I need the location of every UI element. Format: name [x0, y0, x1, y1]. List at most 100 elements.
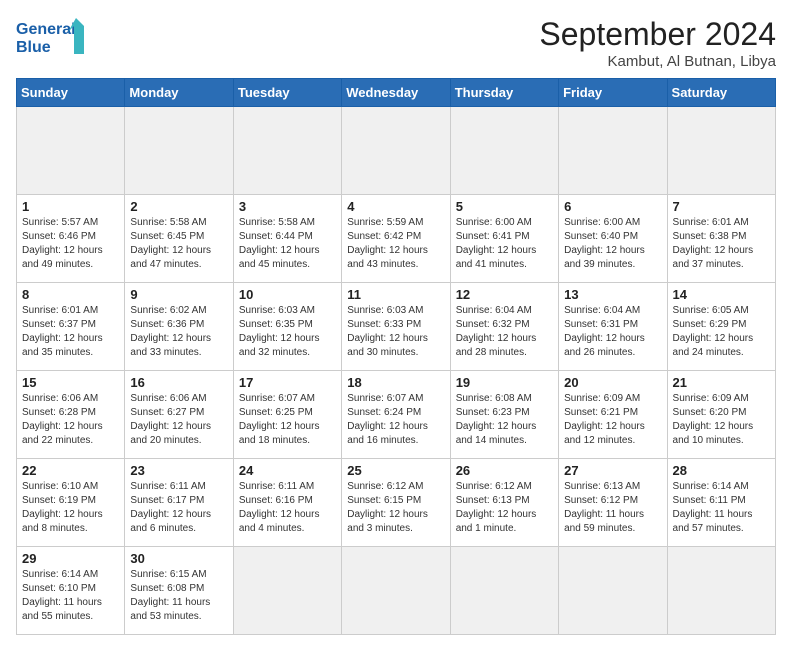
day-number: 25	[347, 463, 444, 478]
svg-text:Blue: Blue	[16, 39, 51, 56]
calendar-cell: 14Sunrise: 6:05 AM Sunset: 6:29 PM Dayli…	[667, 283, 775, 371]
day-number: 9	[130, 287, 227, 302]
day-number: 29	[22, 551, 119, 566]
calendar-cell	[450, 107, 558, 195]
calendar-cell: 30 Sunrise: 6:15 AM Sunset: 6:08 PM Dayli…	[125, 547, 233, 635]
day-info: Sunrise: 6:07 AM Sunset: 6:24 PM Dayligh…	[347, 392, 444, 448]
day-info: Sunrise: 5:58 AM Sunset: 6:44 PM Dayligh…	[239, 216, 336, 272]
calendar-cell: 9Sunrise: 6:02 AM Sunset: 6:36 PM Daylig…	[125, 283, 233, 371]
day-number: 11	[347, 287, 444, 302]
day-info: Sunrise: 6:03 AM Sunset: 6:35 PM Dayligh…	[239, 304, 336, 360]
day-info: Sunrise: 6:00 AM Sunset: 6:40 PM Dayligh…	[564, 216, 661, 272]
day-number: 22	[22, 463, 119, 478]
calendar-cell	[342, 107, 450, 195]
day-info: Sunrise: 6:14 AM Sunset: 6:10 PM Dayligh…	[22, 568, 119, 624]
day-info: Sunrise: 6:06 AM Sunset: 6:28 PM Dayligh…	[22, 392, 119, 448]
calendar-week-row: 15Sunrise: 6:06 AM Sunset: 6:28 PM Dayli…	[17, 371, 776, 459]
day-number: 19	[456, 375, 553, 390]
calendar-cell	[342, 547, 450, 635]
calendar-cell	[667, 547, 775, 635]
day-info: Sunrise: 6:11 AM Sunset: 6:16 PM Dayligh…	[239, 480, 336, 536]
day-number: 4	[347, 199, 444, 214]
month-title: September 2024	[539, 16, 776, 53]
calendar-cell: 12 Sunrise: 6:04 AM Sunset: 6:32 PM Dayli…	[450, 283, 558, 371]
day-number: 24	[239, 463, 336, 478]
page-header: GeneralBlue September 2024 Kambut, Al Bu…	[16, 16, 776, 70]
day-info: Sunrise: 6:03 AM Sunset: 6:33 PM Dayligh…	[347, 304, 444, 360]
calendar-cell	[233, 107, 341, 195]
day-number: 8	[22, 287, 119, 302]
day-info: Sunrise: 6:09 AM Sunset: 6:20 PM Dayligh…	[673, 392, 770, 448]
day-info: Sunrise: 6:11 AM Sunset: 6:17 PM Dayligh…	[130, 480, 227, 536]
day-number: 23	[130, 463, 227, 478]
weekday-header-saturday: Saturday	[667, 79, 775, 107]
calendar-cell: 20 Sunrise: 6:09 AM Sunset: 6:21 PM Dayli…	[559, 371, 667, 459]
day-number: 26	[456, 463, 553, 478]
weekday-header-wednesday: Wednesday	[342, 79, 450, 107]
calendar-cell: 7 Sunrise: 6:01 AM Sunset: 6:38 PM Daylig…	[667, 195, 775, 283]
day-number: 21	[673, 375, 770, 390]
day-info: Sunrise: 5:59 AM Sunset: 6:42 PM Dayligh…	[347, 216, 444, 272]
calendar-cell: 27 Sunrise: 6:13 AM Sunset: 6:12 PM Dayli…	[559, 459, 667, 547]
calendar-cell	[450, 547, 558, 635]
calendar-cell: 8 Sunrise: 6:01 AM Sunset: 6:37 PM Daylig…	[17, 283, 125, 371]
day-number: 10	[239, 287, 336, 302]
calendar-week-row: 1Sunrise: 5:57 AM Sunset: 6:46 PM Daylig…	[17, 195, 776, 283]
calendar-cell: 6 Sunrise: 6:00 AM Sunset: 6:40 PM Daylig…	[559, 195, 667, 283]
day-info: Sunrise: 6:05 AM Sunset: 6:29 PM Dayligh…	[673, 304, 770, 360]
calendar-cell: 10 Sunrise: 6:03 AM Sunset: 6:35 PM Dayli…	[233, 283, 341, 371]
calendar-cell: 5Sunrise: 6:00 AM Sunset: 6:41 PM Daylig…	[450, 195, 558, 283]
calendar-cell: 11 Sunrise: 6:03 AM Sunset: 6:33 PM Dayli…	[342, 283, 450, 371]
day-number: 7	[673, 199, 770, 214]
location: Kambut, Al Butnan, Libya	[539, 53, 776, 70]
day-number: 12	[456, 287, 553, 302]
day-info: Sunrise: 6:09 AM Sunset: 6:21 PM Dayligh…	[564, 392, 661, 448]
logo-icon: GeneralBlue	[16, 16, 96, 58]
day-info: Sunrise: 6:07 AM Sunset: 6:25 PM Dayligh…	[239, 392, 336, 448]
day-info: Sunrise: 6:06 AM Sunset: 6:27 PM Dayligh…	[130, 392, 227, 448]
calendar-cell: 2Sunrise: 5:58 AM Sunset: 6:45 PM Daylig…	[125, 195, 233, 283]
day-info: Sunrise: 6:01 AM Sunset: 6:38 PM Dayligh…	[673, 216, 770, 272]
day-info: Sunrise: 6:08 AM Sunset: 6:23 PM Dayligh…	[456, 392, 553, 448]
day-number: 6	[564, 199, 661, 214]
calendar-week-row: 22 Sunrise: 6:10 AM Sunset: 6:19 PM Dayli…	[17, 459, 776, 547]
weekday-header-tuesday: Tuesday	[233, 79, 341, 107]
day-number: 16	[130, 375, 227, 390]
day-info: Sunrise: 6:13 AM Sunset: 6:12 PM Dayligh…	[564, 480, 661, 536]
calendar-cell	[125, 107, 233, 195]
day-info: Sunrise: 6:14 AM Sunset: 6:11 PM Dayligh…	[673, 480, 770, 536]
calendar-cell: 4 Sunrise: 5:59 AM Sunset: 6:42 PM Daylig…	[342, 195, 450, 283]
calendar-cell: 26Sunrise: 6:12 AM Sunset: 6:13 PM Dayli…	[450, 459, 558, 547]
calendar-cell	[667, 107, 775, 195]
weekday-header-monday: Monday	[125, 79, 233, 107]
calendar-week-row	[17, 107, 776, 195]
title-block: September 2024 Kambut, Al Butnan, Libya	[539, 16, 776, 70]
day-info: Sunrise: 6:04 AM Sunset: 6:31 PM Dayligh…	[564, 304, 661, 360]
calendar-cell	[17, 107, 125, 195]
calendar-cell: 22 Sunrise: 6:10 AM Sunset: 6:19 PM Dayli…	[17, 459, 125, 547]
day-number: 20	[564, 375, 661, 390]
calendar-cell: 15Sunrise: 6:06 AM Sunset: 6:28 PM Dayli…	[17, 371, 125, 459]
day-number: 30	[130, 551, 227, 566]
calendar-cell: 23 Sunrise: 6:11 AM Sunset: 6:17 PM Dayli…	[125, 459, 233, 547]
calendar-cell: 25 Sunrise: 6:12 AM Sunset: 6:15 PM Dayli…	[342, 459, 450, 547]
day-number: 28	[673, 463, 770, 478]
calendar-cell	[559, 107, 667, 195]
calendar-cell: 16 Sunrise: 6:06 AM Sunset: 6:27 PM Dayli…	[125, 371, 233, 459]
day-number: 3	[239, 199, 336, 214]
weekday-header-friday: Friday	[559, 79, 667, 107]
calendar-week-row: 29 Sunrise: 6:14 AM Sunset: 6:10 PM Dayli…	[17, 547, 776, 635]
calendar-cell: 13Sunrise: 6:04 AM Sunset: 6:31 PM Dayli…	[559, 283, 667, 371]
day-number: 27	[564, 463, 661, 478]
day-info: Sunrise: 6:15 AM Sunset: 6:08 PM Dayligh…	[130, 568, 227, 624]
calendar-header-row: SundayMondayTuesdayWednesdayThursdayFrid…	[17, 79, 776, 107]
calendar-week-row: 8 Sunrise: 6:01 AM Sunset: 6:37 PM Daylig…	[17, 283, 776, 371]
day-info: Sunrise: 6:10 AM Sunset: 6:19 PM Dayligh…	[22, 480, 119, 536]
day-info: Sunrise: 6:01 AM Sunset: 6:37 PM Dayligh…	[22, 304, 119, 360]
day-number: 5	[456, 199, 553, 214]
day-info: Sunrise: 6:04 AM Sunset: 6:32 PM Dayligh…	[456, 304, 553, 360]
day-info: Sunrise: 6:12 AM Sunset: 6:15 PM Dayligh…	[347, 480, 444, 536]
calendar-cell	[559, 547, 667, 635]
day-number: 18	[347, 375, 444, 390]
calendar-cell: 29 Sunrise: 6:14 AM Sunset: 6:10 PM Dayli…	[17, 547, 125, 635]
